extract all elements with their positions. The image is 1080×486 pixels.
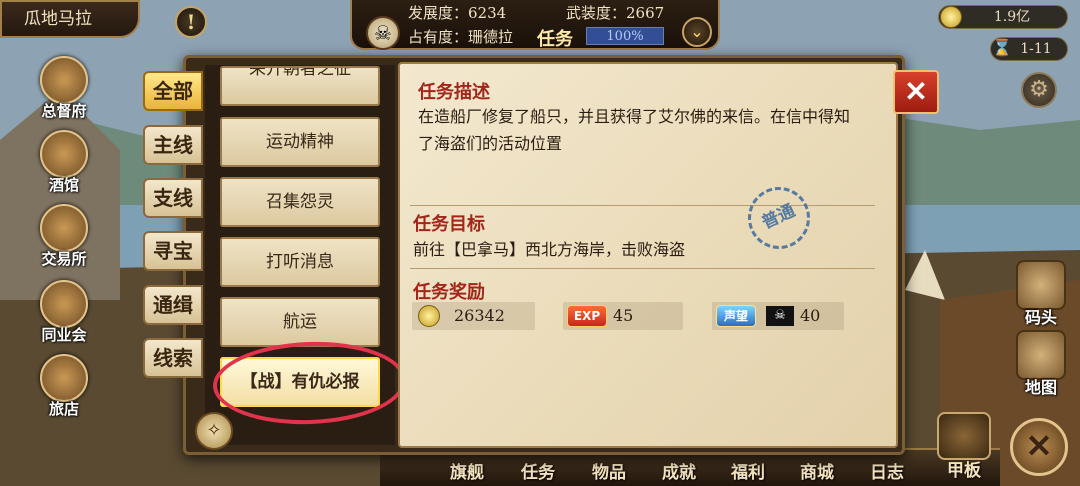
gold-coin-icon <box>418 305 440 327</box>
building-label: 总督府 <box>41 102 87 120</box>
close-menu-icon[interactable]: ✕ <box>1010 418 1068 476</box>
military-value: 2667 <box>626 4 665 22</box>
nav-map-label: 地图 <box>1024 378 1057 397</box>
gold-coin-icon <box>940 6 962 28</box>
bottom-nav-items[interactable]: 物品 <box>592 458 626 483</box>
quest-item[interactable]: 召集怨灵 <box>220 177 380 227</box>
reward-exp: EXP 45 <box>563 302 683 330</box>
chevron-down-icon[interactable]: ⌄ <box>682 17 712 47</box>
military-label: 武装度： <box>566 4 627 22</box>
bottom-nav-log[interactable]: 日志 <box>870 458 904 483</box>
building-tavern[interactable]: 酒馆 <box>36 130 92 195</box>
quest-item[interactable]: 航运 <box>220 297 380 347</box>
quest-description: 在造船厂修复了船只，并且获得了艾尔佛的来信。在信中得知了海盗们的活动位置 <box>418 107 851 153</box>
crown-icon <box>40 56 88 104</box>
close-icon[interactable]: ✕ <box>893 70 939 114</box>
pirate-flag-icon: ☠ <box>766 306 794 326</box>
reward-gold-value: 26342 <box>454 306 505 325</box>
dock-icon <box>1016 260 1066 310</box>
bottom-nav-welfare[interactable]: 福利 <box>731 458 765 483</box>
alert-icon[interactable]: ! <box>175 6 207 38</box>
hourglass-icon: ⌛ <box>992 38 1012 57</box>
guild-icon <box>40 280 88 328</box>
nav-map[interactable]: 地图 <box>1012 330 1070 398</box>
tab-all[interactable]: 全部 <box>143 71 203 111</box>
quest-objective: 前往【巴拿马】西北方海岸，击败海盗 <box>413 240 686 259</box>
bottom-nav-flagship[interactable]: 旗舰 <box>450 458 484 483</box>
compass-icon[interactable]: ✧ <box>195 412 233 450</box>
reward-gold: 26342 <box>412 302 535 330</box>
ship-icon <box>937 412 991 460</box>
tab-main[interactable]: 主线 <box>143 125 203 165</box>
settings-gear-icon[interactable]: ⚙ <box>1021 72 1057 108</box>
bottom-nav-shop[interactable]: 商城 <box>800 458 834 483</box>
tab-wanted[interactable]: 通缉 <box>143 285 203 325</box>
building-label: 同业会 <box>41 326 87 344</box>
quest-item-label: 采开朝者之征 <box>249 66 351 79</box>
building-exchange[interactable]: 交易所 <box>36 204 92 269</box>
inn-icon <box>40 354 88 402</box>
objective-heading: 任务目标 <box>413 214 485 235</box>
reputation-icon: 声望 <box>716 305 756 327</box>
nav-dock[interactable]: 码头 <box>1012 260 1070 328</box>
development-value: 6234 <box>468 4 507 22</box>
tab-clues[interactable]: 线索 <box>143 338 203 378</box>
city-name: 瓜地马拉 <box>0 0 140 38</box>
building-guild[interactable]: 同业会 <box>36 280 92 345</box>
military-stat: 武装度：2667 <box>566 2 664 23</box>
reward-reputation: 声望 ☠ 40 <box>712 302 844 330</box>
quest-item[interactable]: 采开朝者之征 <box>220 66 380 106</box>
building-label: 酒馆 <box>48 176 79 194</box>
building-label: 旅店 <box>48 400 79 418</box>
quest-item[interactable]: 打听消息 <box>220 237 380 287</box>
tab-side[interactable]: 支线 <box>143 178 203 218</box>
occupancy-label: 占有度： <box>408 28 469 46</box>
development-label: 发展度： <box>408 4 469 22</box>
exp-icon: EXP <box>567 305 607 327</box>
reward-heading: 任务奖励 <box>413 282 485 303</box>
city-stats-panel <box>350 0 720 50</box>
divider <box>410 268 875 269</box>
tavern-icon <box>40 130 88 178</box>
bottom-nav-deck[interactable]: 甲板 <box>932 412 996 481</box>
deck-label: 甲板 <box>947 461 981 481</box>
occupancy-value: 珊德拉 <box>468 28 514 46</box>
pirate-skull-icon[interactable]: ☠ <box>366 16 400 50</box>
reward-reputation-value: 40 <box>800 306 821 325</box>
quest-item[interactable]: 运动精神 <box>220 117 380 167</box>
tab-treasure[interactable]: 寻宝 <box>143 231 203 271</box>
reward-exp-value: 45 <box>613 306 634 325</box>
task-title: 任务 <box>537 29 573 50</box>
bottom-nav-achievements[interactable]: 成就 <box>662 458 696 483</box>
bottom-nav-tasks[interactable]: 任务 <box>521 458 555 483</box>
task-progress-bar: 100% <box>586 27 664 45</box>
occupancy-stat: 占有度：珊德拉 <box>408 26 513 47</box>
building-inn[interactable]: 旅店 <box>36 354 92 419</box>
development-stat: 发展度：6234 <box>408 2 506 23</box>
building-label: 交易所 <box>41 250 87 268</box>
building-governor[interactable]: 总督府 <box>36 56 92 121</box>
task-progress-text: 100% <box>606 29 644 44</box>
nav-dock-label: 码头 <box>1024 308 1057 327</box>
map-icon <box>1016 330 1066 380</box>
scales-icon <box>40 204 88 252</box>
description-heading: 任务描述 <box>418 82 490 103</box>
